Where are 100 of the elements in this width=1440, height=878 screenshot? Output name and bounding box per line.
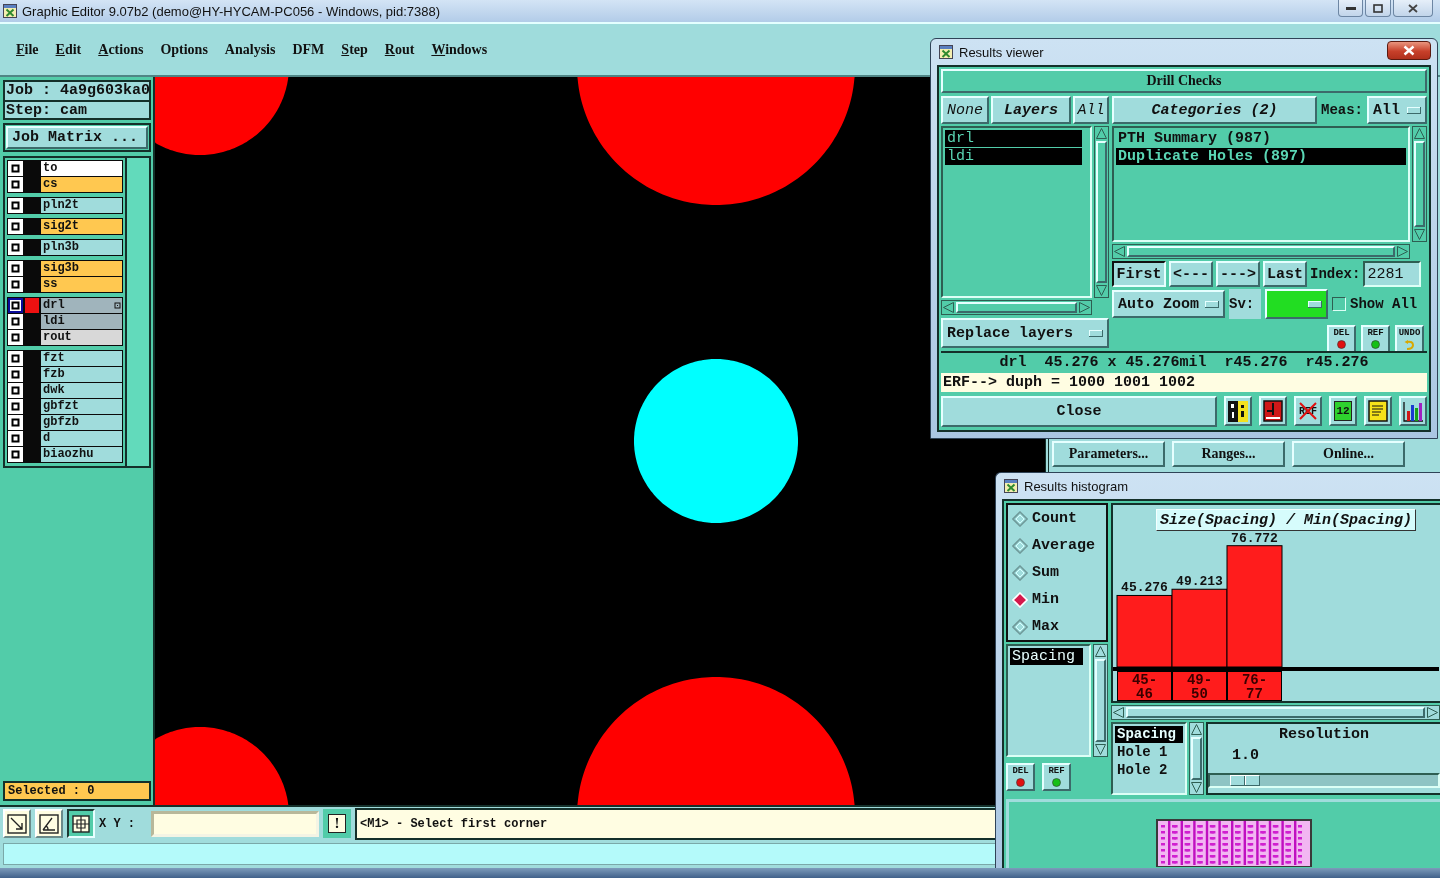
panel-button[interactable]: Online... <box>1292 441 1405 467</box>
horizontal-scrollbar[interactable] <box>941 300 1092 315</box>
index-field[interactable]: 2281 <box>1363 261 1422 287</box>
list-item[interactable]: Spacing <box>1115 726 1183 743</box>
icon-button[interactable]: DEL <box>1006 763 1035 791</box>
resolution-slider[interactable] <box>1208 773 1440 788</box>
layer-checkbox[interactable] <box>8 198 23 213</box>
layer-name[interactable]: fzt <box>41 351 122 366</box>
layer-name[interactable]: sig3b <box>41 261 122 276</box>
navigation-button[interactable]: ---> <box>1216 261 1260 287</box>
scroll-right-icon[interactable] <box>1078 301 1091 314</box>
show-all-checkbox[interactable] <box>1332 297 1346 311</box>
list-item[interactable]: Duplicate Holes (897) <box>1116 148 1406 165</box>
radio-option[interactable]: Sum <box>1008 559 1106 586</box>
layer-name[interactable]: to <box>41 161 122 176</box>
layer-checkbox[interactable] <box>8 330 23 345</box>
scroll-left-icon[interactable] <box>1113 245 1126 258</box>
scroll-thumb[interactable] <box>1191 737 1202 780</box>
layer-name[interactable]: gbfzt <box>41 399 122 414</box>
layer-checkbox[interactable] <box>8 367 23 382</box>
layer-checkbox[interactable] <box>8 219 23 234</box>
scroll-thumb[interactable] <box>1126 707 1425 718</box>
navigation-button[interactable]: Last <box>1263 261 1307 287</box>
layer-name[interactable]: cs <box>41 177 122 192</box>
layer-checkbox[interactable] <box>8 351 23 366</box>
alert-button[interactable]: ! <box>323 809 351 838</box>
replace-mode-dropdown[interactable]: Replace layers <box>941 318 1109 348</box>
layer-name[interactable]: dwk <box>41 383 122 398</box>
icon-button[interactable]: REF <box>1042 763 1071 791</box>
scroll-thumb[interactable] <box>1095 659 1106 742</box>
layer-color-swatch[interactable] <box>25 298 39 313</box>
icon-button[interactable]: REF <box>1361 325 1390 353</box>
scroll-left-icon[interactable] <box>942 301 955 314</box>
radio-option[interactable]: Min <box>1008 586 1106 613</box>
menu-item[interactable]: File <box>16 41 39 58</box>
layer-name[interactable]: rout <box>41 330 122 345</box>
categories-button[interactable]: Categories (2) <box>1112 96 1317 124</box>
navigation-button[interactable]: <--- <box>1169 261 1213 287</box>
scroll-thumb[interactable] <box>1414 141 1425 227</box>
layer-name[interactable]: drl <box>41 298 114 313</box>
layer-name[interactable]: pln3b <box>41 240 122 255</box>
radio-option[interactable]: Count <box>1008 505 1106 532</box>
scroll-thumb[interactable] <box>1127 246 1395 257</box>
vertical-scrollbar[interactable] <box>1094 126 1109 298</box>
menu-item[interactable]: Windows <box>431 41 488 58</box>
layer-name[interactable]: ss <box>41 277 122 292</box>
layer-checkbox[interactable] <box>8 240 23 255</box>
vertical-scrollbar[interactable] <box>1189 722 1204 795</box>
scroll-left-icon[interactable] <box>1112 706 1125 719</box>
horizontal-scrollbar[interactable] <box>1111 705 1440 720</box>
layer-checkbox[interactable] <box>8 383 23 398</box>
scroll-right-icon[interactable] <box>1426 706 1439 719</box>
menu-item[interactable]: Analysis <box>224 41 276 58</box>
navigation-button[interactable]: First <box>1112 261 1166 287</box>
vertical-scrollbar[interactable] <box>1412 126 1427 242</box>
list-item[interactable]: drl <box>945 130 1082 147</box>
scroll-thumb[interactable] <box>1096 141 1107 283</box>
list-item[interactable]: Hole 2 <box>1115 762 1183 779</box>
tool-button[interactable] <box>67 809 95 838</box>
layer-checkbox[interactable] <box>8 177 23 192</box>
list-item[interactable]: ldi <box>945 148 1082 165</box>
layer-name[interactable]: gbfzb <box>41 415 122 430</box>
close-button[interactable] <box>1393 0 1433 17</box>
list-item[interactable]: Hole 1 <box>1115 744 1183 761</box>
layer-checkbox[interactable] <box>8 415 23 430</box>
icon-button[interactable]: UNDO <box>1395 325 1424 353</box>
menu-item[interactable]: Options <box>160 41 208 58</box>
horizontal-scrollbar[interactable] <box>1112 244 1410 259</box>
slider-thumb[interactable] <box>1229 775 1260 786</box>
minimize-button[interactable] <box>1338 0 1363 17</box>
menu-item[interactable]: Step <box>341 41 368 58</box>
layer-checkbox[interactable] <box>8 399 23 414</box>
layer-checkbox[interactable] <box>8 298 23 313</box>
menu-item[interactable]: Edit <box>55 41 82 58</box>
layer-checkbox[interactable] <box>8 447 23 462</box>
layer-checkbox[interactable] <box>8 161 23 176</box>
severity-dropdown[interactable] <box>1265 289 1328 319</box>
measure-dropdown[interactable]: All <box>1367 96 1427 124</box>
list-item[interactable]: PTH Summary (987) <box>1116 130 1406 147</box>
layer-checkbox[interactable] <box>8 431 23 446</box>
layer-name[interactable]: fzb <box>41 367 122 382</box>
filter-button[interactable]: None <box>941 96 989 124</box>
layer-name[interactable]: biaozhu <box>41 447 122 462</box>
scroll-right-icon[interactable] <box>1396 245 1409 258</box>
tool-button[interactable]: 12 <box>1329 396 1357 426</box>
layer-name[interactable]: sig2t <box>41 219 122 234</box>
close-button[interactable] <box>1387 41 1431 60</box>
panel-button[interactable]: Parameters... <box>1052 441 1165 467</box>
list-item[interactable]: Spacing <box>1010 648 1083 665</box>
radio-option[interactable]: Average <box>1008 532 1106 559</box>
layer-checkbox[interactable] <box>8 261 23 276</box>
job-matrix-button[interactable]: Job Matrix ... <box>6 126 148 149</box>
layer-name[interactable]: pln2t <box>41 198 122 213</box>
vertical-scrollbar[interactable] <box>1093 644 1108 757</box>
filter-button[interactable]: All <box>1073 96 1109 124</box>
menu-item[interactable]: Actions <box>98 41 144 58</box>
maximize-button[interactable] <box>1365 0 1391 17</box>
layer-name[interactable]: ldi <box>41 314 122 329</box>
layer-checkbox[interactable] <box>8 277 23 292</box>
menu-item[interactable]: Rout <box>384 41 415 58</box>
